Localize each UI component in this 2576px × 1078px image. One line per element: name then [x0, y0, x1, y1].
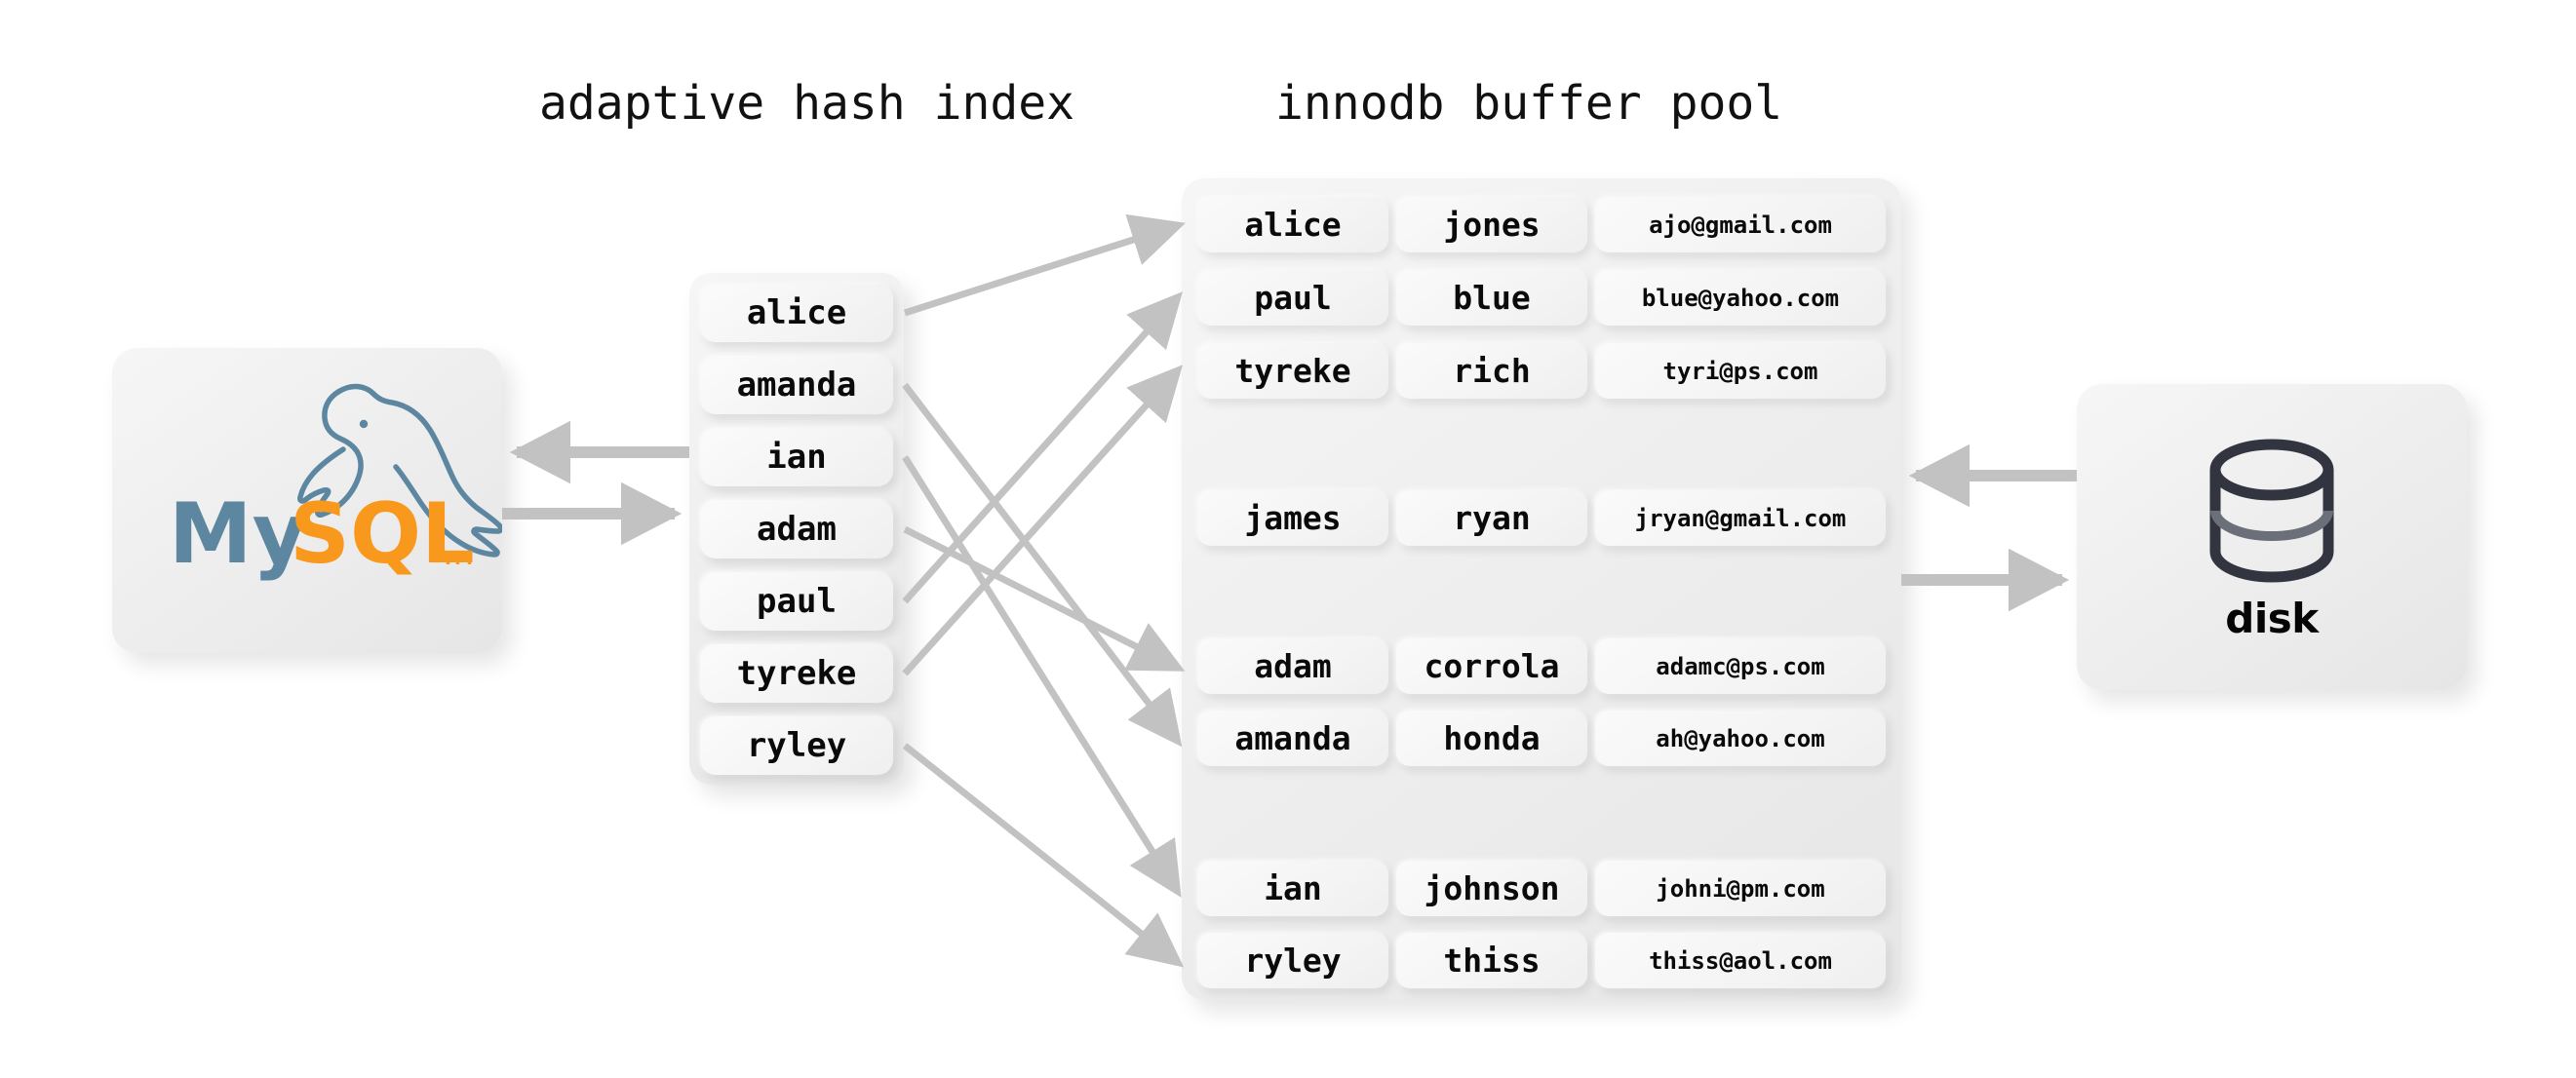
- buffer-pool-cell-email[interactable]: jryan@gmail.com: [1595, 490, 1886, 546]
- buffer-pool-cell-first[interactable]: tyreke: [1197, 343, 1388, 399]
- buffer-pool-cell-last[interactable]: jones: [1396, 197, 1587, 252]
- connector-amanda: [902, 382, 1183, 748]
- connector-ian: [902, 455, 1182, 898]
- buffer-pool-cell-last[interactable]: ryan: [1396, 490, 1587, 546]
- buffer-pool-cell-first[interactable]: ian: [1197, 861, 1388, 916]
- connector-paul: [902, 291, 1184, 604]
- disk-card: disk: [2077, 384, 2467, 690]
- buffer-pool-cell-first[interactable]: paul: [1197, 270, 1388, 326]
- buffer-pool-cell-last[interactable]: thiss: [1396, 933, 1587, 988]
- hash-index-entry[interactable]: amanda: [700, 356, 893, 414]
- buffer-pool-cell-last[interactable]: johnson: [1396, 861, 1587, 916]
- buffer-pool-cell-last[interactable]: blue: [1396, 270, 1587, 326]
- buffer-pool-cell-email[interactable]: blue@yahoo.com: [1595, 270, 1886, 326]
- buffer-pool-cell-first[interactable]: james: [1197, 490, 1388, 546]
- buffer-pool-cell-first[interactable]: adam: [1197, 638, 1388, 694]
- buffer-pool-cell-email[interactable]: thiss@aol.com: [1595, 933, 1886, 988]
- hash-index-entry[interactable]: paul: [700, 572, 893, 631]
- hash-index-entry[interactable]: ryley: [700, 716, 893, 775]
- hash-index-entry[interactable]: adam: [700, 500, 893, 558]
- connector-adam: [903, 525, 1186, 672]
- mysql-trademark-mark: TM: [442, 548, 473, 569]
- innodb-buffer-pool-panel: alice jones ajo@gmail.com paul blue blue…: [1182, 178, 1901, 1000]
- connector-alice: [903, 213, 1187, 317]
- mysql-logo: My SQL TM: [169, 383, 502, 583]
- buffer-pool-cell-first[interactable]: amanda: [1197, 711, 1388, 766]
- buffer-pool-cell-email[interactable]: tyri@ps.com: [1595, 343, 1886, 399]
- connector-ryley: [902, 743, 1185, 968]
- mysql-wordmark-my: My: [169, 485, 307, 583]
- buffer-pool-cell-first[interactable]: ryley: [1197, 933, 1388, 988]
- disk-label: disk: [2225, 594, 2319, 642]
- buffer-pool-cell-email[interactable]: ajo@gmail.com: [1595, 197, 1886, 252]
- diagram-canvas: adaptive hash index innodb buffer pool M…: [0, 0, 2576, 1078]
- buffer-pool-cell-last[interactable]: honda: [1396, 711, 1587, 766]
- innodb-buffer-pool-title: innodb buffer pool: [1275, 76, 1783, 131]
- buffer-pool-cell-email[interactable]: johni@pm.com: [1595, 861, 1886, 916]
- hash-index-entry[interactable]: tyreke: [700, 644, 893, 703]
- buffer-pool-cell-email[interactable]: ah@yahoo.com: [1595, 711, 1886, 766]
- adaptive-hash-index-panel: alice amanda ian adam paul tyreke ryley: [689, 273, 904, 785]
- buffer-pool-cell-last[interactable]: corrola: [1396, 638, 1587, 694]
- buffer-pool-cell-first[interactable]: alice: [1197, 197, 1388, 252]
- adaptive-hash-index-title: adaptive hash index: [539, 76, 1075, 131]
- connector-tyreke: [902, 365, 1184, 676]
- mysql-card: My SQL TM: [112, 348, 502, 653]
- database-cylinder-icon: [2209, 439, 2334, 582]
- buffer-pool-cell-email[interactable]: adamc@ps.com: [1595, 638, 1886, 694]
- hash-index-entry[interactable]: ian: [700, 428, 893, 486]
- hash-index-entry[interactable]: alice: [700, 284, 893, 342]
- buffer-pool-cell-last[interactable]: rich: [1396, 343, 1587, 399]
